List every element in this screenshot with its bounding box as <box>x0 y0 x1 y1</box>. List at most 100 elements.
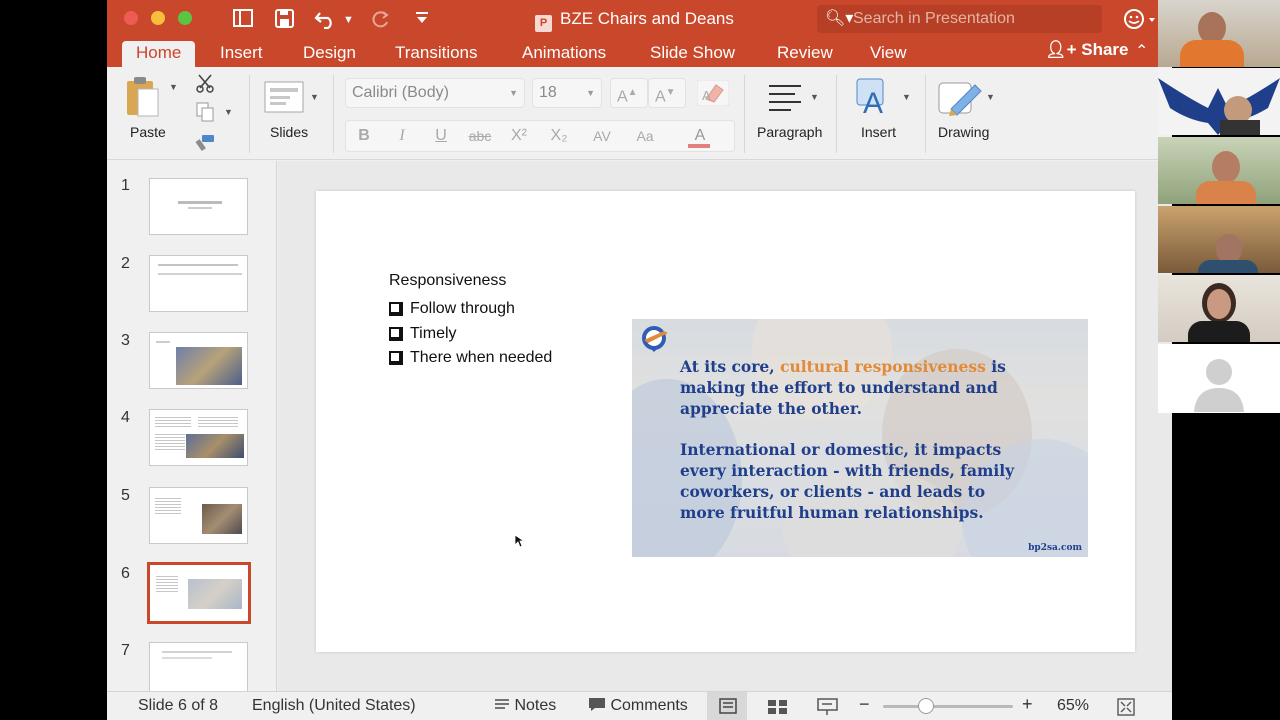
comments-button[interactable]: Comments <box>588 697 688 715</box>
clear-formatting-icon[interactable]: A <box>697 80 729 106</box>
paste-dropdown-icon[interactable]: ▼ <box>169 82 178 92</box>
undo-dropdown-icon[interactable]: ▼ <box>343 7 354 33</box>
slide-thumbnail-1[interactable] <box>149 178 248 235</box>
checkbox-bullet-icon <box>389 326 403 341</box>
maximize-window-button[interactable] <box>178 11 192 25</box>
notes-button[interactable]: Notes <box>494 697 556 715</box>
character-spacing-button[interactable]: AV <box>583 122 621 150</box>
change-case-button[interactable]: Aa <box>629 122 661 150</box>
ribbon-tabs: Home Insert Design Transitions Animation… <box>107 38 1172 67</box>
slide-thumbnail-4[interactable] <box>149 409 248 466</box>
font-color-button[interactable]: A <box>680 122 720 150</box>
image-credit: bp2sa.com <box>1028 543 1082 553</box>
slide-editor-canvas[interactable]: Responsiveness Follow through Timely The… <box>278 161 1172 691</box>
underline-button[interactable]: U <box>429 122 453 150</box>
video-tile[interactable] <box>1158 137 1280 204</box>
slide-thumbnail-3[interactable] <box>149 332 248 389</box>
tab-design[interactable]: Design <box>303 41 356 67</box>
slide-image[interactable]: At its core, cultural responsiveness is … <box>632 319 1088 557</box>
ribbon-home: ▼ Paste ▼ ▼ Slides Calibri (Body) ▼ 18 ▼ A… <box>107 67 1172 160</box>
save-icon[interactable] <box>274 8 296 30</box>
minimize-window-button[interactable] <box>151 11 165 25</box>
slide-thumbnail-6[interactable] <box>147 562 251 624</box>
tab-view[interactable]: View <box>870 41 907 67</box>
grow-font-button[interactable]: A▲ <box>610 78 648 108</box>
close-window-button[interactable] <box>124 11 138 25</box>
fit-to-window-icon[interactable] <box>1117 698 1135 716</box>
participant-shirt <box>1196 181 1256 204</box>
tab-transitions[interactable]: Transitions <box>395 41 478 67</box>
normal-view-button[interactable] <box>707 692 747 720</box>
tab-animations[interactable]: Animations <box>522 41 606 67</box>
paste-icon[interactable] <box>124 75 162 119</box>
drawing-dropdown-icon[interactable]: ▼ <box>986 92 995 102</box>
italic-button[interactable]: I <box>390 122 414 150</box>
chevron-down-icon: ▼ <box>586 88 595 98</box>
tab-insert[interactable]: Insert <box>220 41 263 67</box>
slide-sorter-icon[interactable] <box>767 699 789 715</box>
paragraph-align-icon[interactable] <box>767 82 807 112</box>
thumbnail-number: 2 <box>121 255 130 272</box>
bold-button[interactable]: B <box>352 122 376 150</box>
video-tile[interactable] <box>1158 275 1280 342</box>
feedback-smiley-icon[interactable] <box>1123 8 1159 32</box>
insert-shapes-icon[interactable]: A <box>855 77 899 117</box>
thumbnail-number: 7 <box>121 642 130 659</box>
tab-home[interactable]: Home <box>122 41 196 67</box>
copy-dropdown-icon[interactable]: ▼ <box>224 107 233 117</box>
font-size-select[interactable]: 18 ▼ <box>532 78 602 108</box>
undo-icon[interactable] <box>314 9 338 29</box>
new-slide-icon[interactable] <box>263 80 305 114</box>
zoom-level[interactable]: 65% <box>1057 697 1089 715</box>
share-button[interactable]: 👤︎+ Share <box>1045 40 1129 60</box>
format-painter-icon[interactable] <box>194 133 216 153</box>
collapse-ribbon-icon[interactable]: ⌃ <box>1135 41 1148 61</box>
strikethrough-button[interactable]: abc <box>464 122 496 150</box>
cut-icon[interactable] <box>195 73 215 93</box>
slide-thumbnail-5[interactable] <box>149 487 248 544</box>
normal-view-icon <box>719 698 737 714</box>
video-tile[interactable] <box>1158 344 1280 413</box>
svg-text:A: A <box>863 87 883 117</box>
slide-counter: Slide 6 of 8 <box>138 697 219 714</box>
eagle-logo-icon <box>1158 78 1280 135</box>
presenter-view-icon[interactable] <box>817 698 839 716</box>
copy-icon[interactable] <box>195 101 215 123</box>
customize-toolbar-icon[interactable] <box>414 10 430 26</box>
bullet-item: Timely <box>389 322 552 347</box>
shrink-font-button[interactable]: A▼ <box>648 78 686 108</box>
slide-bullet-list[interactable]: Follow through Timely There when needed <box>389 297 552 371</box>
video-tile[interactable] <box>1158 0 1280 67</box>
insert-dropdown-icon[interactable]: ▼ <box>902 92 911 102</box>
tab-review[interactable]: Review <box>777 41 833 67</box>
slide-thumbnail-2[interactable] <box>149 255 248 312</box>
search-input[interactable]: 🔍︎▾ Search in Presentation <box>817 5 1102 33</box>
slide-thumbnail-7[interactable] <box>149 642 248 691</box>
checkbox-bullet-icon <box>389 351 403 365</box>
search-placeholder: Search in Presentation <box>853 10 1015 27</box>
zoom-slider[interactable] <box>883 705 1013 708</box>
tab-slide-show[interactable]: Slide Show <box>650 41 735 67</box>
redo-icon[interactable] <box>371 9 391 29</box>
checkbox-bullet-icon <box>389 302 403 316</box>
participant-face <box>1207 289 1231 319</box>
slides-dropdown-icon[interactable]: ▼ <box>310 92 319 102</box>
zoom-in-button[interactable]: + <box>1022 694 1033 715</box>
slide-title-text[interactable]: Responsiveness <box>389 272 506 290</box>
sidebar-toggle-icon[interactable] <box>232 8 254 30</box>
zoom-slider-handle[interactable] <box>918 698 934 714</box>
participant-shirt <box>1198 260 1258 273</box>
thumbnail-number: 4 <box>121 409 130 426</box>
video-tile[interactable] <box>1158 206 1280 273</box>
subscript-button[interactable]: X₂ <box>545 122 573 150</box>
video-tile[interactable] <box>1158 68 1280 135</box>
zoom-out-button[interactable]: − <box>859 694 870 715</box>
drawing-shapes-icon[interactable] <box>937 79 985 117</box>
image-caption-line: every interaction - with friends, family <box>680 461 1015 480</box>
current-slide[interactable]: Responsiveness Follow through Timely The… <box>316 191 1135 652</box>
language-indicator[interactable]: English (United States) <box>252 697 416 715</box>
paragraph-dropdown-icon[interactable]: ▼ <box>810 92 819 102</box>
font-name-select[interactable]: Calibri (Body) ▼ <box>345 78 525 108</box>
thumbnail-number: 6 <box>121 565 130 582</box>
superscript-button[interactable]: X² <box>505 122 533 150</box>
